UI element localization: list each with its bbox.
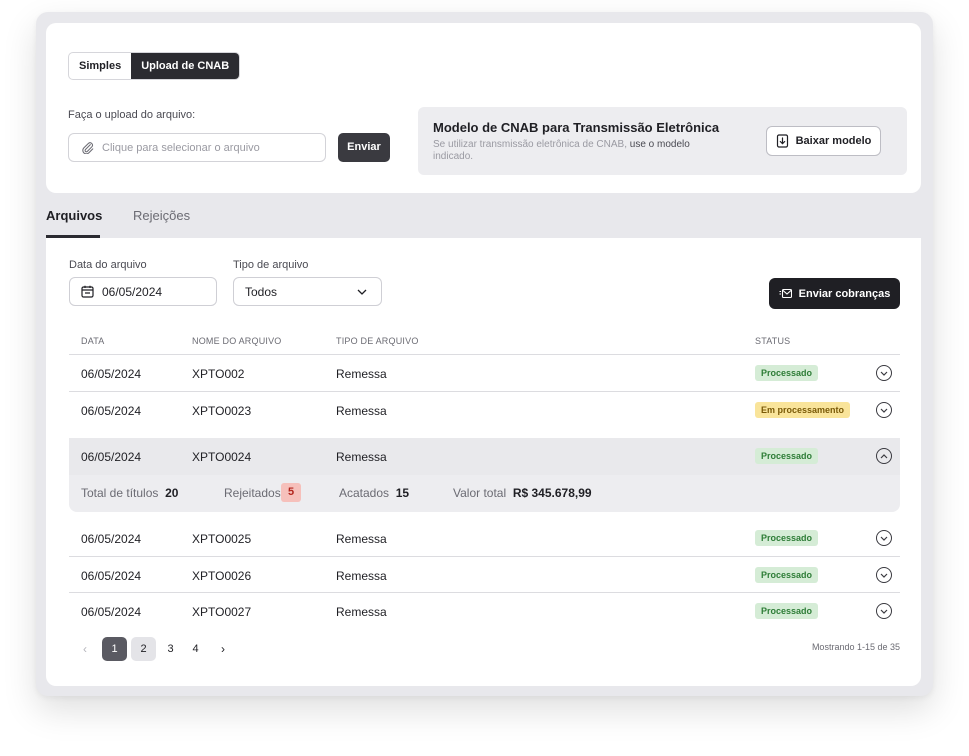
mode-cnab-tab[interactable]: Upload de CNAB — [131, 53, 240, 79]
chevron-down-icon — [880, 371, 888, 376]
pagination-page-4[interactable]: 4 — [183, 637, 208, 661]
row-file-type: Remessa — [336, 569, 387, 583]
column-header-name: NOME DO ARQUIVO — [192, 336, 282, 346]
send-file-button[interactable]: Enviar — [338, 133, 390, 162]
row-date: 06/05/2024 — [81, 404, 142, 418]
cnab-model-description: Se utilizar transmissão eletrônica de CN… — [433, 139, 690, 162]
cnab-model-box: Modelo de CNAB para Transmissão Eletrôni… — [418, 107, 907, 175]
row-file-name: XPTO0023 — [192, 404, 252, 418]
column-header-status: STATUS — [755, 336, 791, 346]
row-file-type: Remessa — [336, 605, 387, 619]
status-badge: Processado — [755, 567, 819, 583]
status-badge: Processado — [755, 365, 819, 381]
date-filter-input[interactable]: 06/05/2024 — [69, 277, 217, 306]
date-filter-label: Data do arquivo — [69, 259, 147, 271]
expand-row-button[interactable] — [876, 603, 892, 619]
table-row[interactable]: 06/05/2024 XPTO0025 Remessa Processado — [69, 520, 900, 556]
rejected-count-badge: 5 — [281, 483, 301, 502]
row-file-name: XPTO0024 — [192, 450, 252, 464]
table-row[interactable]: 06/05/2024 XPTO0027 Remessa Processado — [69, 593, 900, 629]
mode-simples-tab[interactable]: Simples — [69, 53, 131, 79]
status-badge: Processado — [755, 603, 819, 619]
file-select-placeholder: Clique para selecionar o arquivo — [102, 141, 260, 154]
row-date: 06/05/2024 — [81, 605, 142, 619]
pagination-page-1[interactable]: 1 — [102, 637, 127, 661]
pagination-next-button[interactable]: › — [221, 642, 225, 656]
chevron-down-icon — [880, 609, 888, 614]
row-detail-summary: Total de títulos 20 Rejeitados 5 Acatado… — [69, 475, 900, 512]
table-row[interactable]: 06/05/2024 XPTO002 Remessa Processado — [69, 355, 900, 391]
expand-row-button[interactable] — [876, 402, 892, 418]
pagination-prev-button[interactable]: ‹ — [83, 642, 87, 656]
calendar-icon — [81, 285, 94, 298]
status-badge: Em processamento — [755, 402, 851, 418]
upload-mode-toggle: Simples Upload de CNAB — [68, 52, 241, 80]
row-date: 06/05/2024 — [81, 569, 142, 583]
status-badge: Processado — [755, 530, 819, 546]
row-file-name: XPTO0027 — [192, 605, 252, 619]
send-charges-label: Enviar cobranças — [798, 287, 891, 300]
row-file-type: Remessa — [336, 404, 387, 418]
expand-row-button[interactable] — [876, 365, 892, 381]
row-file-type: Remessa — [336, 367, 387, 381]
row-file-type: Remessa — [336, 532, 387, 546]
total-value: Valor total R$ 345.678,99 — [453, 486, 592, 500]
chevron-up-icon — [880, 453, 888, 458]
table-row[interactable]: 06/05/2024 XPTO0026 Remessa Processado — [69, 557, 900, 593]
pagination-page-3[interactable]: 3 — [158, 637, 183, 661]
tab-arquivos[interactable]: Arquivos — [46, 208, 102, 223]
download-file-icon — [776, 134, 788, 148]
type-filter-select[interactable]: Todos — [233, 277, 382, 306]
table-row-expanded[interactable]: 06/05/2024 XPTO0024 Remessa Processado — [69, 438, 900, 475]
column-header-date: DATA — [81, 336, 105, 346]
paperclip-icon — [82, 142, 94, 154]
collapse-row-button[interactable] — [876, 448, 892, 464]
chevron-down-icon — [880, 573, 888, 578]
cnab-model-title: Modelo de CNAB para Transmissão Eletrôni… — [433, 120, 720, 135]
row-date: 06/05/2024 — [81, 532, 142, 546]
type-filter-label: Tipo de arquivo — [233, 259, 309, 271]
table-row[interactable]: 06/05/2024 XPTO0023 Remessa Em processam… — [69, 392, 900, 428]
row-date: 06/05/2024 — [81, 450, 142, 464]
download-model-button[interactable]: Baixar modelo — [766, 126, 881, 156]
total-titles: Total de títulos 20 — [81, 486, 179, 500]
app-shell: Simples Upload de CNAB Faça o upload do … — [36, 12, 933, 696]
chevron-down-icon — [357, 289, 367, 295]
row-date: 06/05/2024 — [81, 367, 142, 381]
download-model-label: Baixar modelo — [795, 135, 872, 147]
files-panel: Data do arquivo 06/05/2024 Tipo de arqui… — [46, 238, 921, 686]
row-file-name: XPTO0025 — [192, 532, 252, 546]
file-upload-label: Faça o upload do arquivo: — [68, 109, 196, 121]
expand-row-button[interactable] — [876, 567, 892, 583]
row-file-type: Remessa — [336, 450, 387, 464]
accepted-titles: Acatados 15 — [339, 486, 410, 500]
pagination-summary: Mostrando 1-15 de 35 — [811, 642, 900, 652]
send-mail-icon — [779, 288, 792, 299]
rejected-label: Rejeitados — [224, 486, 281, 500]
file-select-input[interactable]: Clique para selecionar o arquivo — [68, 133, 326, 162]
status-badge: Processado — [755, 448, 819, 464]
send-charges-button[interactable]: Enviar cobranças — [769, 278, 900, 309]
row-file-name: XPTO0026 — [192, 569, 252, 583]
tab-rejeicoes[interactable]: Rejeições — [133, 208, 190, 223]
upload-card: Simples Upload de CNAB Faça o upload do … — [46, 23, 921, 193]
expand-row-button[interactable] — [876, 530, 892, 546]
row-file-name: XPTO002 — [192, 367, 245, 381]
column-header-type: TIPO DE ARQUIVO — [336, 336, 419, 346]
date-filter-value: 06/05/2024 — [102, 284, 163, 299]
type-filter-value: Todos — [245, 284, 278, 299]
chevron-down-icon — [880, 536, 888, 541]
chevron-down-icon — [880, 408, 888, 413]
pagination-page-2[interactable]: 2 — [131, 637, 156, 661]
